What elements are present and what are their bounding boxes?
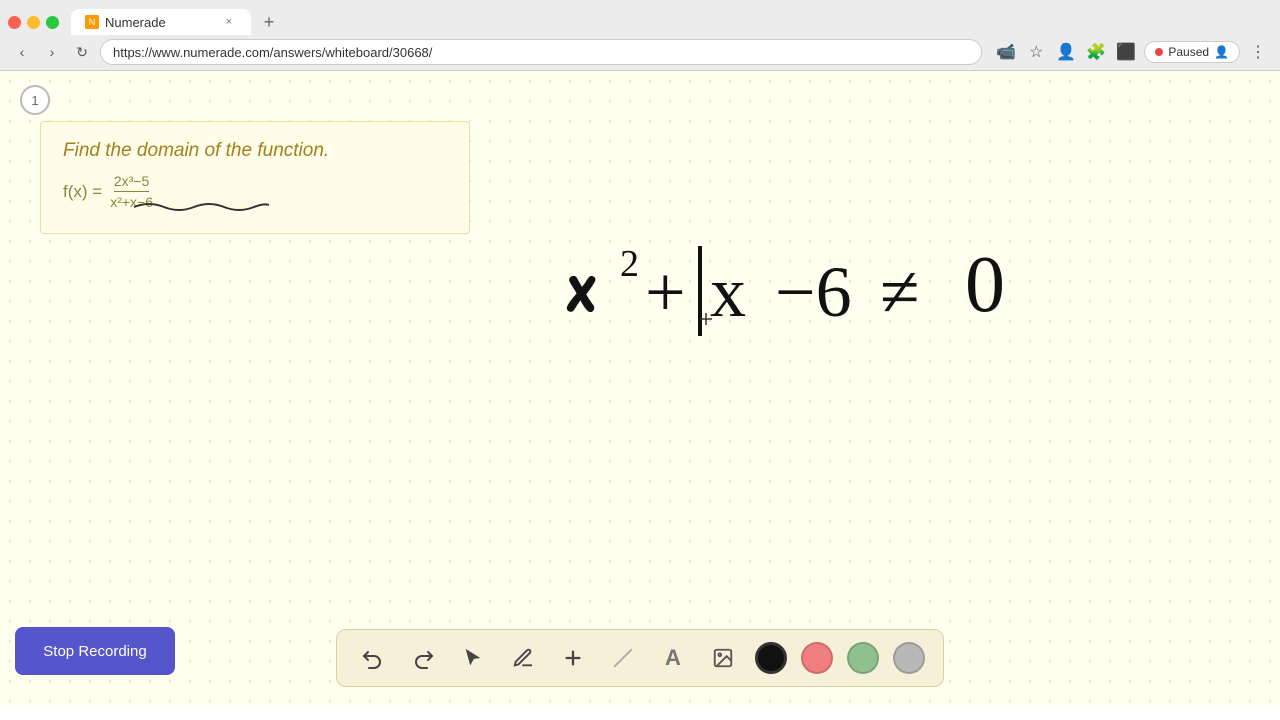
address-bar-row: ‹ › ↻ https://www.numerade.com/answers/w… — [0, 36, 1280, 70]
browser-chrome: N Numerade × + ‹ › ↻ https://www.numerad… — [0, 0, 1280, 71]
url-text: https://www.numerade.com/answers/whitebo… — [113, 45, 432, 60]
whiteboard: 1 Find the domain of the function. f(x) … — [0, 71, 1280, 705]
camera-icon[interactable]: 📹 — [994, 40, 1018, 64]
svg-text:2: 2 — [620, 243, 639, 285]
active-tab[interactable]: N Numerade × — [71, 9, 251, 35]
new-tab-button[interactable]: + — [255, 8, 283, 36]
text-tool-button[interactable]: A — [655, 640, 691, 676]
question-card: Find the domain of the function. f(x) = … — [40, 121, 470, 234]
add-tool-button[interactable] — [555, 640, 591, 676]
page-number: 1 — [31, 93, 38, 108]
minimize-window-button[interactable] — [27, 16, 40, 29]
svg-text:−6: −6 — [775, 252, 852, 332]
paused-badge: Paused 👤 — [1144, 41, 1240, 63]
svg-text:0: 0 — [965, 241, 1005, 329]
color-pink-button[interactable] — [801, 642, 833, 674]
menu-icon[interactable]: ⋮ — [1246, 40, 1270, 64]
redo-button[interactable] — [405, 640, 441, 676]
maximize-window-button[interactable] — [46, 16, 59, 29]
page-number-badge: 1 — [20, 85, 50, 115]
close-window-button[interactable] — [8, 16, 21, 29]
tab-close-button[interactable]: × — [221, 14, 237, 30]
color-black-button[interactable] — [755, 642, 787, 674]
refresh-button[interactable]: ↻ — [70, 40, 94, 64]
paused-label: Paused — [1168, 45, 1209, 59]
svg-text:x: x — [710, 252, 746, 332]
address-input[interactable]: https://www.numerade.com/answers/whitebo… — [100, 39, 982, 65]
extensions-icon[interactable]: 🧩 — [1084, 40, 1108, 64]
pen-tool-button[interactable] — [505, 640, 541, 676]
tab-favicon: N — [85, 15, 99, 29]
fraction-numerator: 2x³−5 — [114, 172, 149, 192]
paused-avatar: 👤 — [1214, 45, 1229, 59]
select-tool-button[interactable] — [455, 640, 491, 676]
svg-text:≠: ≠ — [880, 252, 920, 332]
drawing-toolbar: A — [336, 629, 944, 687]
squiggle-underline — [129, 199, 269, 215]
question-prompt: Find the domain of the function. — [63, 140, 447, 162]
stop-recording-button[interactable]: Stop Recording — [15, 627, 175, 675]
traffic-lights — [8, 16, 59, 29]
tab-title: Numerade — [105, 15, 166, 30]
svg-text:+: + — [645, 252, 686, 332]
svg-text:x: x — [565, 237, 597, 334]
bookmark-icon[interactable]: ☆ — [1024, 40, 1048, 64]
tab-bar: N Numerade × + — [0, 0, 1280, 36]
formula-left: f(x) = — [63, 182, 102, 202]
browser-toolbar-icons: 📹 ☆ 👤 🧩 ⬛ Paused 👤 ⋮ — [994, 40, 1270, 64]
eraser-tool-button[interactable] — [605, 640, 641, 676]
back-button[interactable]: ‹ — [10, 40, 34, 64]
color-gray-button[interactable] — [893, 642, 925, 674]
forward-button[interactable]: › — [40, 40, 64, 64]
image-tool-button[interactable] — [705, 640, 741, 676]
color-green-button[interactable] — [847, 642, 879, 674]
account-icon[interactable]: 👤 — [1054, 40, 1078, 64]
cast-icon[interactable]: ⬛ — [1114, 40, 1138, 64]
undo-button[interactable] — [355, 640, 391, 676]
paused-dot — [1155, 48, 1163, 56]
